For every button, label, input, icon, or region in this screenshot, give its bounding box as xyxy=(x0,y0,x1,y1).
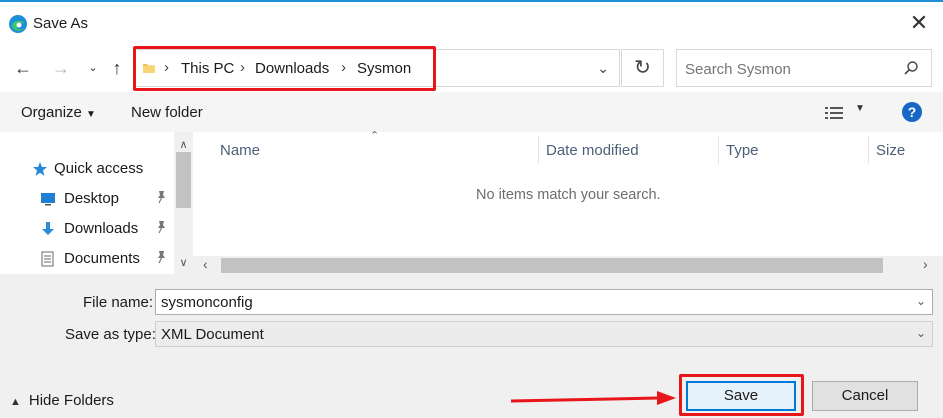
arrow-left-icon[interactable]: ← xyxy=(12,58,34,78)
close-icon[interactable]: ✕ xyxy=(907,11,931,35)
sidebar-item-desktop[interactable]: Desktop xyxy=(0,185,172,213)
chevron-left-icon[interactable]: ‹ xyxy=(203,256,208,272)
arrow-up-icon[interactable]: ↑ xyxy=(106,58,128,78)
details-view-icon[interactable] xyxy=(825,106,843,120)
empty-message: No items match your search. xyxy=(476,187,661,203)
folder-icon xyxy=(143,64,155,73)
navigation-bar: ← → ⌄ ↑ › This PC › Downloads › Sysmon ⌄… xyxy=(0,46,943,92)
column-header-type[interactable]: Type xyxy=(726,142,759,159)
chevron-up-icon[interactable]: ∧ xyxy=(177,138,190,151)
documents-icon xyxy=(41,251,54,267)
chevron-down-icon[interactable]: ∨ xyxy=(177,256,190,269)
hide-folders-label: Hide Folders xyxy=(28,392,114,409)
chevron-right-icon: › xyxy=(341,59,346,76)
chevron-down-icon[interactable]: ⌄ xyxy=(82,58,104,78)
pointer-arrow xyxy=(511,391,676,405)
star-icon xyxy=(33,162,47,176)
desktop-icon xyxy=(41,193,55,206)
column-divider[interactable] xyxy=(718,136,719,164)
breadcrumb-sysmon[interactable]: Sysmon xyxy=(357,60,411,77)
pin-icon[interactable] xyxy=(155,220,167,234)
window-title: Save As xyxy=(33,15,89,32)
sidebar-item-downloads[interactable]: Downloads xyxy=(0,215,172,243)
sidebar-item-label: Documents xyxy=(64,250,140,267)
arrow-right-icon[interactable]: → xyxy=(50,58,72,78)
save-type-select[interactable]: XML Document ⌄ xyxy=(155,321,933,347)
sidebar-item-documents[interactable]: Documents xyxy=(0,245,172,273)
column-divider[interactable] xyxy=(868,136,869,164)
sidebar-item-label: Desktop xyxy=(64,190,120,207)
chevron-right-icon: › xyxy=(240,59,245,76)
breadcrumb-this-pc[interactable]: This PC xyxy=(181,60,234,77)
navigation-pane: Quick access Desktop Downloads Documents xyxy=(0,132,193,274)
caret-down-icon: ▼ xyxy=(86,109,96,120)
pin-icon[interactable] xyxy=(155,190,167,204)
column-divider[interactable] xyxy=(538,136,539,164)
file-name-value[interactable]: sysmonconfig xyxy=(161,294,253,311)
command-bar: Organize ▼ New folder ▼ ? xyxy=(0,92,943,132)
breadcrumb-downloads[interactable]: Downloads xyxy=(255,60,329,77)
title-bar: Save As ✕ xyxy=(0,2,943,46)
chevron-up-icon: ▲ xyxy=(10,396,21,408)
download-icon xyxy=(42,222,54,235)
chevron-down-icon[interactable]: ⌄ xyxy=(916,326,926,340)
search-icon[interactable] xyxy=(903,60,919,76)
organize-label: Organize xyxy=(21,104,82,121)
refresh-icon[interactable]: ↻ xyxy=(621,49,664,87)
chevron-down-icon[interactable]: ⌄ xyxy=(597,60,609,77)
search-box[interactable] xyxy=(676,49,932,87)
cancel-button[interactable]: Cancel xyxy=(812,381,918,411)
sidebar-scrollbar[interactable]: ∧ ∨ xyxy=(174,132,193,274)
scrollbar-thumb[interactable] xyxy=(176,152,191,208)
chevron-right-icon[interactable]: › xyxy=(923,256,928,272)
sidebar-item-label: Quick access xyxy=(54,160,144,177)
sidebar-item-quick-access[interactable]: Quick access xyxy=(0,155,172,183)
column-header-date-modified[interactable]: Date modified xyxy=(546,142,639,159)
edge-icon xyxy=(9,15,27,33)
save-type-label: Save as type: xyxy=(65,326,156,343)
save-button[interactable]: Save xyxy=(686,381,796,411)
file-name-field[interactable]: sysmonconfig ⌄ xyxy=(155,289,933,315)
save-options-panel: File name: sysmonconfig ⌄ Save as type: … xyxy=(0,274,943,418)
column-header-size[interactable]: Size xyxy=(876,142,905,159)
pin-icon[interactable] xyxy=(155,250,167,264)
help-icon[interactable]: ? xyxy=(902,102,922,122)
file-name-label: File name: xyxy=(83,294,154,311)
sidebar-item-label: Downloads xyxy=(64,220,139,237)
hide-folders-button[interactable]: ▲ Hide Folders xyxy=(10,392,114,409)
sort-caret-icon: ⌃ xyxy=(370,130,380,142)
organize-button[interactable]: Organize ▼ xyxy=(21,104,96,121)
file-list: ⌃ Name Date modified Type Size No items … xyxy=(193,130,943,274)
new-folder-button[interactable]: New folder xyxy=(131,104,203,121)
chevron-down-icon[interactable]: ⌄ xyxy=(916,294,926,308)
save-type-value: XML Document xyxy=(161,326,264,343)
address-bar[interactable]: › This PC › Downloads › Sysmon ⌄ xyxy=(135,49,620,87)
caret-down-icon[interactable]: ▼ xyxy=(855,103,865,114)
scrollbar-thumb[interactable] xyxy=(221,258,883,273)
file-list-scrollbar[interactable]: ‹ › xyxy=(193,256,943,274)
column-header-name[interactable]: Name xyxy=(220,142,260,159)
chevron-right-icon: › xyxy=(164,59,169,76)
search-input[interactable] xyxy=(685,58,895,80)
